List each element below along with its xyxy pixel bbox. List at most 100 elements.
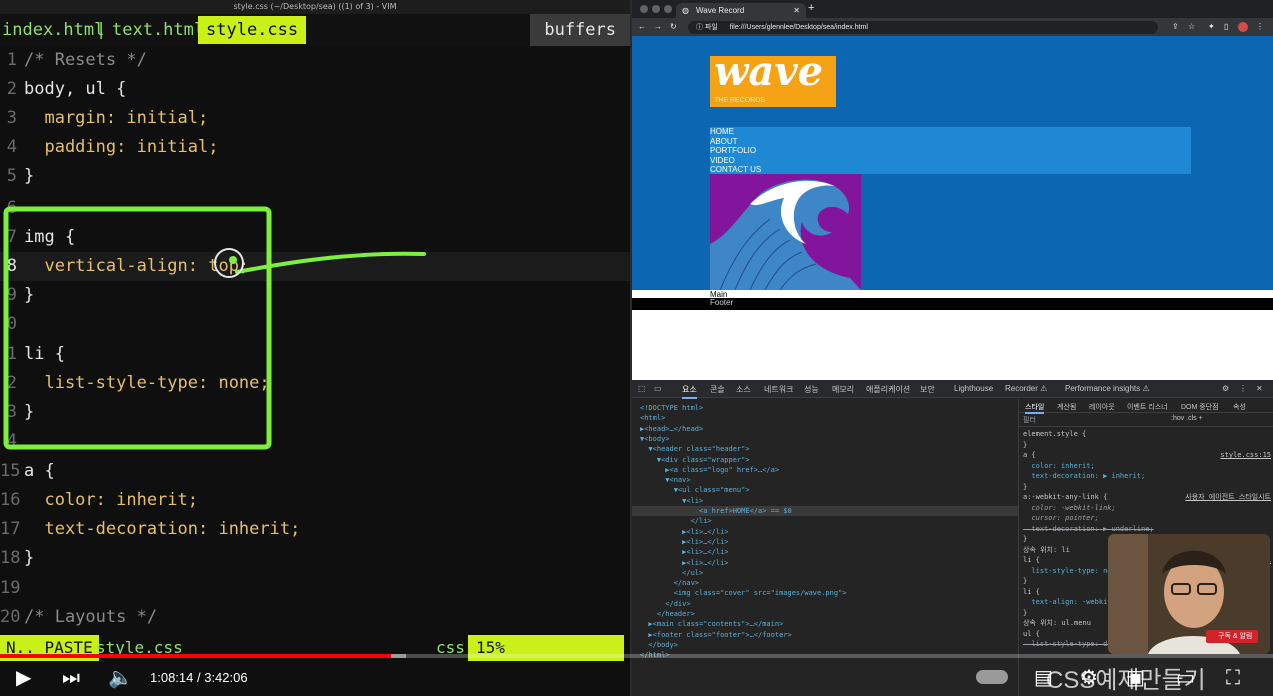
code-line[interactable]: 20/* Layouts */ — [0, 603, 630, 632]
style-rule-line[interactable]: a:-webkit-any-link {사용자 에이전트 스타일시트 — [1023, 492, 1271, 503]
code-line[interactable]: 16 color: inherit; — [0, 486, 630, 515]
site-logo[interactable]: wave THE RECORDS — [710, 48, 836, 107]
code-line[interactable]: 17 text-decoration: inherit; — [0, 515, 630, 544]
devtools-tab-performance[interactable]: 성능 — [804, 384, 819, 395]
bookmark-star-icon[interactable]: ☆ — [1188, 18, 1195, 36]
back-icon[interactable]: ← — [638, 18, 646, 36]
dom-node[interactable]: ▶<li>…</li> — [632, 527, 1018, 537]
style-rule-line[interactable]: cursor: pointer; — [1023, 513, 1271, 524]
settings-gear-icon[interactable]: ⚙ — [1222, 384, 1229, 393]
nav-about[interactable]: ABOUT — [710, 137, 1191, 147]
vim-tab-style-active[interactable]: style.css — [198, 16, 307, 44]
extensions-icon[interactable]: ✦ — [1208, 18, 1215, 36]
window-zoom-dot[interactable] — [664, 5, 672, 13]
devtools-tab-recorder[interactable]: Recorder ⚠ — [1005, 384, 1047, 393]
devtools-tab-console[interactable]: 콘솔 — [710, 384, 725, 395]
device-toggle-icon[interactable]: ▭ — [654, 384, 662, 393]
code-line[interactable]: 19 — [0, 574, 630, 603]
style-rule-source[interactable]: 사용자 에이전트 스타일시트 — [1185, 492, 1271, 503]
fullscreen-icon[interactable]: ⛶ — [1226, 664, 1240, 692]
subscribe-badge[interactable]: 구독 & 알림 — [1206, 630, 1258, 643]
devtools-tab-security[interactable]: 보안 — [920, 384, 935, 395]
window-close-dot[interactable] — [640, 5, 648, 13]
dom-node[interactable]: </li> — [632, 516, 1018, 526]
devtools-close-icon[interactable]: ✕ — [1256, 384, 1263, 393]
sidebar-icon[interactable]: ▯ — [1224, 18, 1228, 36]
styles-tab-computed[interactable]: 계산됨 — [1057, 402, 1076, 412]
volume-icon[interactable]: 🔈 — [108, 664, 133, 692]
vim-tab-text[interactable]: text.html — [112, 16, 204, 44]
style-rule-line[interactable]: text-decoration: ▶ underline; — [1023, 524, 1271, 535]
dom-node[interactable]: ▼<body> — [632, 434, 1018, 444]
dom-node[interactable]: ▶<footer class="footer">…</footer> — [632, 630, 1018, 640]
play-icon[interactable]: ▶ — [16, 664, 31, 692]
dom-node[interactable]: </div> — [632, 599, 1018, 609]
nav-portfolio[interactable]: PORTFOLIO — [710, 146, 1191, 156]
code-line[interactable]: 7 img { — [0, 223, 630, 252]
dom-node[interactable]: ▶<li>…</li> — [632, 547, 1018, 557]
dom-node[interactable]: </ul> — [632, 568, 1018, 578]
style-rule-line[interactable]: element.style { — [1023, 429, 1271, 440]
address-bar[interactable]: ⓘ 파일 file:///Users/glennlee/Desktop/sea/… — [688, 21, 1158, 34]
devtools-tab-network[interactable]: 네트워크 — [764, 384, 793, 395]
forward-icon[interactable]: → — [654, 18, 662, 36]
autoplay-toggle[interactable] — [976, 670, 1008, 684]
devtools-tab-application[interactable]: 애플리케이션 — [866, 384, 910, 395]
code-line[interactable]: 8 vertical-align: top; — [0, 252, 630, 281]
devtools-tab-memory[interactable]: 메모리 — [832, 384, 854, 395]
dom-node[interactable]: ▼<div class="wrapper"> — [632, 455, 1018, 465]
dom-node[interactable]: ▶<li>…</li> — [632, 558, 1018, 568]
code-line[interactable]: 1 /* Resets */ — [0, 46, 630, 75]
code-line[interactable]: 2 list-style-type: none; — [0, 369, 630, 398]
browser-tab-wave-record[interactable]: ◍ Wave Record ✕ — [676, 3, 806, 18]
code-line[interactable]: 6 — [0, 194, 630, 223]
tab-close-icon[interactable]: ✕ — [793, 3, 800, 18]
dom-node[interactable]: <!DOCTYPE html> — [632, 403, 1018, 413]
code-line[interactable]: 3 margin: initial; — [0, 104, 630, 133]
vim-tab-index[interactable]: index.html — [2, 16, 104, 44]
elements-tree[interactable]: <!DOCTYPE html> <html> ▶<head>…</head> ▼<bo… — [632, 399, 1018, 696]
styles-tab-layout[interactable]: 레이아웃 — [1089, 402, 1115, 412]
code-line[interactable]: 4 — [0, 427, 630, 456]
devtools-tab-sources[interactable]: 소스 — [736, 384, 751, 395]
styles-tab-dom-breakpoints[interactable]: DOM 중단점 — [1181, 402, 1219, 412]
nav-home[interactable]: HOME — [710, 127, 1191, 137]
code-line[interactable]: 0 — [0, 310, 630, 339]
dom-node[interactable]: ▶<main class="contents">…</main> — [632, 619, 1018, 629]
dom-node[interactable]: ▶<li>…</li> — [632, 537, 1018, 547]
dom-node[interactable]: ▼<ul class="menu"> — [632, 485, 1018, 495]
dom-node[interactable]: </nav> — [632, 578, 1018, 588]
code-line[interactable]: 4 padding: initial; — [0, 133, 630, 162]
devtools-menu-icon[interactable]: ⋮ — [1239, 384, 1247, 393]
styles-tab-listeners[interactable]: 이벤트 리스너 — [1127, 402, 1168, 412]
code-line[interactable]: 15 a { — [0, 457, 630, 486]
code-line[interactable]: 5} — [0, 162, 630, 191]
dom-node[interactable]: ▶<head>…</head> — [632, 424, 1018, 434]
styles-tab-properties[interactable]: 속성 — [1233, 402, 1246, 412]
profile-avatar[interactable] — [1238, 22, 1248, 32]
code-line[interactable]: 1 li { — [0, 340, 630, 369]
style-rule-line[interactable]: a {style.css:15 — [1023, 450, 1271, 461]
styles-filter-tools[interactable]: :hov .cls + — [1171, 415, 1203, 422]
dom-node[interactable]: <html> — [632, 413, 1018, 423]
dom-node[interactable]: ▶<a class="logo" href>…</a> — [632, 465, 1018, 475]
code-line[interactable]: 2 body, ul { — [0, 75, 630, 104]
window-minimize-dot[interactable] — [652, 5, 660, 13]
dom-node[interactable]: ▼<header class="header"> — [632, 444, 1018, 454]
dom-node[interactable]: </header> — [632, 609, 1018, 619]
devtools-tab-lighthouse[interactable]: Lighthouse — [954, 384, 993, 393]
next-icon[interactable]: ⏭ — [62, 664, 80, 692]
dom-node[interactable]: <img class="cover" src="images/wave.png"… — [632, 588, 1018, 598]
dom-node[interactable]: </body> — [632, 640, 1018, 650]
code-line[interactable]: 3} — [0, 398, 630, 427]
dom-node[interactable]: ▼<nav> — [632, 475, 1018, 485]
styles-filter-input[interactable]: 필터 — [1023, 415, 1036, 425]
inspect-icon[interactable]: ⬚ — [638, 384, 646, 393]
video-progress-bar[interactable] — [0, 654, 1273, 658]
new-tab-icon[interactable]: + — [808, 2, 814, 14]
style-rule-line[interactable]: } — [1023, 440, 1271, 451]
nav-video[interactable]: VIDEO — [710, 156, 1191, 166]
style-rule-line[interactable]: color: inherit; — [1023, 461, 1271, 472]
devtools-tab-perf-insights[interactable]: Performance insights ⚠ — [1065, 384, 1150, 393]
browser-menu-icon[interactable]: ⋮ — [1256, 18, 1264, 36]
